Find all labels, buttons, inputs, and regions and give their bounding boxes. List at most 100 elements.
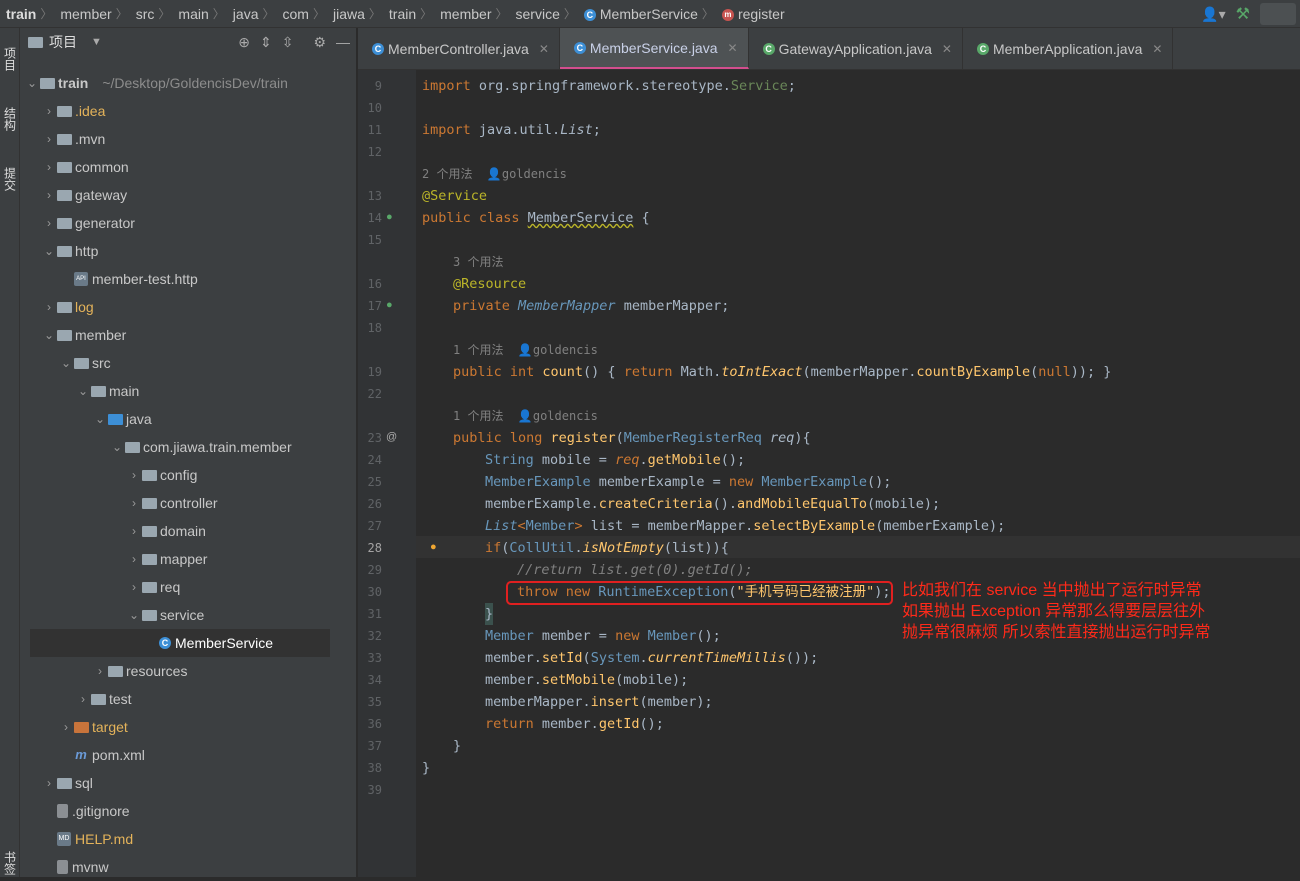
tree-item[interactable]: › generator bbox=[41, 209, 135, 237]
tab-gateway-application[interactable]: C GatewayApplication.java ✕ bbox=[749, 28, 963, 69]
chevron-down-icon[interactable]: ⌄ bbox=[109, 440, 125, 454]
chevron-right-icon[interactable]: › bbox=[92, 664, 108, 678]
chevron-right-icon[interactable]: › bbox=[41, 216, 57, 230]
tool-tab-commit[interactable]: 提交 bbox=[0, 154, 20, 204]
tab-member-application[interactable]: C MemberApplication.java ✕ bbox=[963, 28, 1174, 69]
chevron-right-icon[interactable]: › bbox=[126, 468, 142, 482]
line-number[interactable]: 11 bbox=[358, 123, 382, 137]
chevron-down-icon[interactable]: ⌄ bbox=[41, 328, 57, 342]
line-number[interactable]: 39 bbox=[358, 783, 382, 797]
build-hammer-icon[interactable]: ⚒ bbox=[1236, 4, 1250, 24]
breadcrumb-item[interactable]: src bbox=[130, 6, 157, 22]
chevron-right-icon[interactable]: › bbox=[41, 160, 57, 174]
tab-member-service[interactable]: C MemberService.java ✕ bbox=[559, 28, 749, 69]
breadcrumb-item[interactable]: service bbox=[510, 6, 562, 22]
tree-item[interactable]: ⌄ main bbox=[75, 377, 139, 405]
chevron-down-icon[interactable]: ⌄ bbox=[126, 608, 142, 622]
chevron-down-icon[interactable]: ⌄ bbox=[41, 244, 57, 258]
tree-item[interactable]: ⌄ member bbox=[41, 321, 126, 349]
tree-item[interactable]: ⌄ train ~/Desktop/GoldencisDev/train bbox=[24, 69, 288, 97]
line-number[interactable]: 14 bbox=[358, 211, 382, 225]
tree-item[interactable]: › target bbox=[58, 713, 128, 741]
expand-all-icon[interactable]: ⇕ bbox=[260, 34, 272, 51]
breadcrumb-item-method[interactable]: m register bbox=[716, 6, 787, 22]
line-number[interactable]: 38 bbox=[358, 761, 382, 775]
line-number[interactable]: 27 bbox=[358, 519, 382, 533]
tree-item[interactable]: › config bbox=[126, 461, 197, 489]
line-number[interactable]: 18 bbox=[358, 321, 382, 335]
line-number[interactable]: 37 bbox=[358, 739, 382, 753]
line-number[interactable]: 23 bbox=[358, 431, 382, 445]
minimize-icon[interactable]: — bbox=[336, 34, 350, 50]
line-number[interactable]: 28 bbox=[358, 541, 382, 555]
line-number[interactable]: 30 bbox=[358, 585, 382, 599]
line-number[interactable]: 19 bbox=[358, 365, 382, 379]
close-icon[interactable]: ✕ bbox=[1152, 42, 1162, 56]
tree-item[interactable]: MD HELP.md bbox=[41, 825, 133, 853]
breadcrumb-item[interactable]: java bbox=[227, 6, 261, 22]
chevron-down-icon[interactable]: ⌄ bbox=[92, 412, 108, 426]
tree-item[interactable]: API member-test.http bbox=[58, 265, 198, 293]
tree-item[interactable]: › .mvn bbox=[41, 125, 105, 153]
tree-item[interactable]: › req bbox=[126, 573, 180, 601]
tree-item[interactable]: › gateway bbox=[41, 181, 127, 209]
locate-icon[interactable]: ⊕ bbox=[238, 34, 250, 51]
tool-tab-project[interactable]: 项目 bbox=[0, 34, 20, 84]
line-number[interactable]: 9 bbox=[358, 79, 382, 93]
chevron-down-icon[interactable]: ⌄ bbox=[58, 356, 74, 370]
line-number[interactable]: 16 bbox=[358, 277, 382, 291]
tool-tab-structure[interactable]: 结构 bbox=[0, 94, 20, 144]
chevron-right-icon[interactable]: › bbox=[41, 300, 57, 314]
line-number[interactable]: 36 bbox=[358, 717, 382, 731]
chevron-right-icon[interactable]: › bbox=[126, 524, 142, 538]
tree-item[interactable]: ⌄ http bbox=[41, 237, 98, 265]
tree-item[interactable]: › log bbox=[41, 293, 94, 321]
tree-item[interactable]: ⌄ java bbox=[92, 405, 152, 433]
chevron-right-icon[interactable]: › bbox=[41, 188, 57, 202]
chevron-right-icon[interactable]: › bbox=[126, 496, 142, 510]
user-icon[interactable]: 👤▾ bbox=[1201, 6, 1225, 23]
line-number[interactable]: 33 bbox=[358, 651, 382, 665]
breadcrumb-item[interactable]: member bbox=[54, 6, 113, 22]
line-number[interactable]: 29 bbox=[358, 563, 382, 577]
chevron-down-icon[interactable]: ▼ bbox=[91, 36, 102, 48]
tree-item[interactable]: › test bbox=[75, 685, 132, 713]
gear-icon[interactable]: ⚙ bbox=[313, 34, 326, 51]
usage-hint[interactable]: 3 个用法 bbox=[453, 251, 503, 273]
chevron-right-icon[interactable]: › bbox=[41, 104, 57, 118]
run-config-icon[interactable] bbox=[1260, 3, 1296, 25]
close-icon[interactable]: ✕ bbox=[728, 41, 738, 55]
tree-item[interactable]: ⌄ src bbox=[58, 349, 111, 377]
breadcrumb-item-class[interactable]: C MemberService bbox=[578, 6, 700, 22]
tree-item[interactable]: .gitignore bbox=[41, 797, 130, 825]
close-icon[interactable]: ✕ bbox=[539, 42, 549, 56]
tool-tab-bookmarks[interactable]: 书签 bbox=[0, 848, 20, 877]
line-number[interactable]: 12 bbox=[358, 145, 382, 159]
chevron-right-icon[interactable]: › bbox=[126, 552, 142, 566]
usage-hint[interactable]: 1 个用法 👤goldencis bbox=[453, 339, 598, 361]
line-number[interactable]: 34 bbox=[358, 673, 382, 687]
tree-item[interactable]: › mapper bbox=[126, 545, 207, 573]
spring-inject-icon[interactable]: ● bbox=[386, 299, 393, 311]
line-number[interactable]: 32 bbox=[358, 629, 382, 643]
chevron-down-icon[interactable]: ⌄ bbox=[24, 76, 40, 90]
line-number[interactable]: 22 bbox=[358, 387, 382, 401]
annotation-icon[interactable]: @ bbox=[386, 431, 397, 443]
usage-hint[interactable]: 1 个用法 👤goldencis bbox=[453, 405, 598, 427]
line-number[interactable]: 13 bbox=[358, 189, 382, 203]
tree-item[interactable]: › resources bbox=[92, 657, 187, 685]
line-number[interactable]: 10 bbox=[358, 101, 382, 115]
line-number[interactable]: 17 bbox=[358, 299, 382, 313]
breadcrumb-item[interactable]: train bbox=[383, 6, 418, 22]
tree-item[interactable]: › common bbox=[41, 153, 129, 181]
chevron-right-icon[interactable]: › bbox=[126, 580, 142, 594]
tree-item[interactable]: › .idea bbox=[41, 97, 105, 125]
line-number[interactable]: 26 bbox=[358, 497, 382, 511]
chevron-right-icon[interactable]: › bbox=[41, 776, 57, 790]
project-title[interactable]: 项目 bbox=[49, 32, 77, 52]
line-number[interactable]: 31 bbox=[358, 607, 382, 621]
tree-item[interactable]: ⌄ service bbox=[126, 601, 204, 629]
chevron-right-icon[interactable]: › bbox=[41, 132, 57, 146]
line-number[interactable]: 24 bbox=[358, 453, 382, 467]
chevron-down-icon[interactable]: ⌄ bbox=[75, 384, 91, 398]
